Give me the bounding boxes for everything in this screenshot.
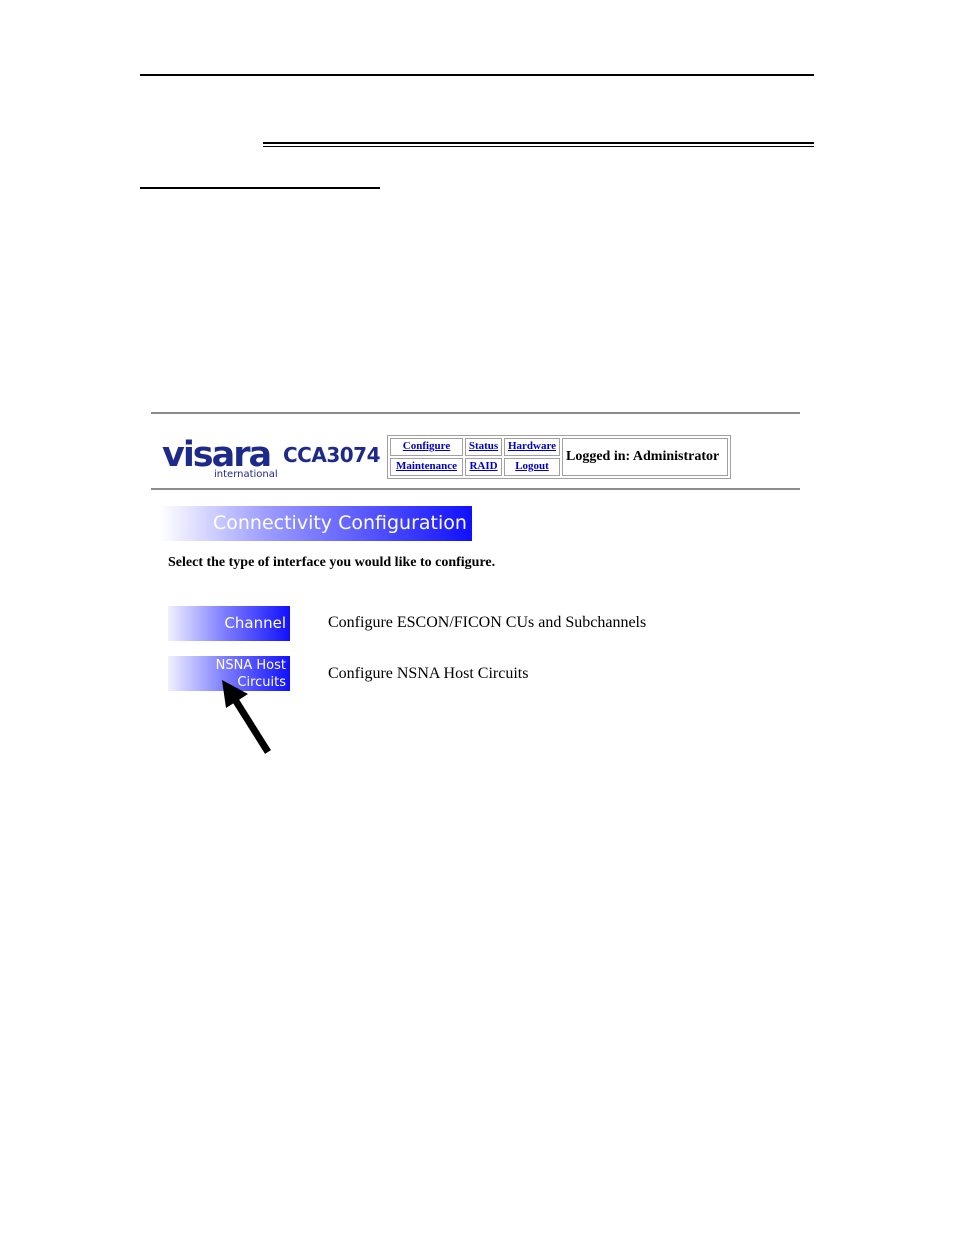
nsna-description: Configure NSNA Host Circuits bbox=[328, 665, 529, 682]
nav-link-configure[interactable]: Configure bbox=[403, 440, 450, 452]
nav-link-hardware[interactable]: Hardware bbox=[508, 440, 556, 452]
nav-link-logout[interactable]: Logout bbox=[515, 460, 549, 472]
nav-cell-status: Status bbox=[465, 438, 502, 456]
login-status: Logged in: Administrator bbox=[562, 438, 728, 476]
visara-logo: visara international bbox=[162, 435, 278, 480]
nav-cell-hardware: Hardware bbox=[504, 438, 560, 456]
document-rule-short bbox=[140, 187, 380, 189]
product-name: CCA3074 bbox=[283, 443, 381, 467]
channel-description: Configure ESCON/FICON CUs and Subchannel… bbox=[328, 614, 647, 631]
document-rule-top bbox=[140, 74, 814, 76]
nsna-button-label-line1: NSNA Host bbox=[215, 658, 286, 673]
page-title: Connectivity Configuration bbox=[160, 506, 472, 541]
nav-link-maintenance[interactable]: Maintenance bbox=[396, 460, 457, 472]
instruction-text: Select the type of interface you would l… bbox=[168, 555, 496, 570]
nav-cell-logout: Logout bbox=[504, 458, 560, 476]
document-rule-double-2 bbox=[263, 146, 814, 147]
channel-button-label: Channel bbox=[224, 614, 286, 632]
nav-table: Configure Status Hardware Maintenance RA… bbox=[387, 435, 731, 479]
svg-text:international: international bbox=[214, 469, 278, 480]
nav-cell-maintenance: Maintenance bbox=[390, 458, 463, 476]
document-rule-double-1 bbox=[263, 142, 814, 144]
nav-cell-raid: RAID bbox=[465, 458, 502, 476]
callout-arrow-icon bbox=[222, 680, 271, 754]
channel-button[interactable]: Channel bbox=[168, 606, 290, 641]
nav-link-status[interactable]: Status bbox=[469, 440, 498, 452]
header-divider-bottom bbox=[151, 488, 800, 490]
header-divider-top bbox=[151, 412, 800, 414]
nav-cell-configure: Configure bbox=[390, 438, 463, 456]
nav-link-raid[interactable]: RAID bbox=[469, 460, 497, 472]
